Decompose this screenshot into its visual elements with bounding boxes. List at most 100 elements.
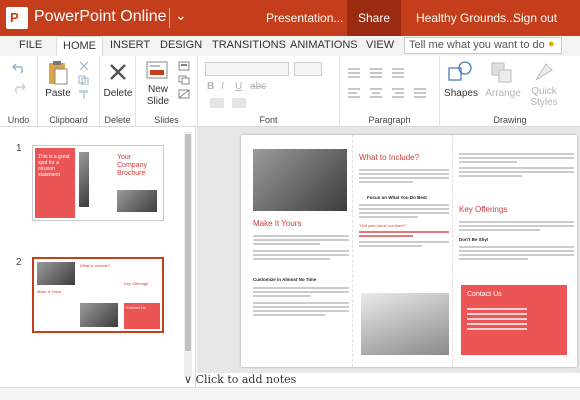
dont-be-shy-subheading: Don't Be Shy! [459,237,489,242]
duplicate-slide-icon[interactable] [178,75,190,85]
pull-quote: "Get your name out there!" [359,223,407,228]
title-bar: P PowerPoint Online ⌄ Presentation... Sh… [0,0,580,36]
col2-text-b [353,202,452,220]
drawing-group-label: Drawing [493,115,527,125]
quick-styles-line2[interactable]: Styles [526,97,562,108]
ribbon: Undo Paste Clipboard Delete Delete New S… [0,56,580,127]
layout-icon[interactable] [178,61,190,71]
font-name-select[interactable] [205,62,289,76]
thumb1-red-panel: This is a great spot for a mission state… [35,148,75,218]
font-size-select[interactable] [294,62,322,76]
col2-quote-lines [353,229,452,249]
underline-button[interactable]: U [235,81,242,92]
lobby-photo [361,293,449,355]
app-name[interactable]: PowerPoint Online [34,8,167,26]
clipboard-group-label: Clipboard [49,115,88,125]
bold-button[interactable]: B [207,81,214,92]
col1-text-b [241,285,352,318]
scrollbar-thumb[interactable] [185,134,191,351]
paste-button[interactable]: Paste [44,88,72,99]
arrange-button[interactable]: Arrange [484,88,522,99]
thumb1-lead: This is a great spot for a mission state… [38,154,70,178]
what-to-include-heading: What to Include? [359,153,420,162]
contact-us-box: Contact Us [461,285,567,355]
thumb2-heading-c: Key Offerings [124,281,149,286]
copy-icon[interactable] [78,75,90,85]
undo-icon[interactable] [12,62,26,74]
hide-slide-icon[interactable] [178,89,190,99]
shapes-button[interactable]: Shapes [442,88,480,99]
format-painter-icon[interactable] [78,89,90,99]
powerpoint-logo-icon[interactable]: P [6,7,28,29]
col3-text-b [453,219,577,233]
slides-group-label: Slides [154,115,179,125]
italic-button[interactable]: I [221,81,224,92]
share-button[interactable]: Share [347,0,401,36]
col1-text-a [241,233,352,262]
delete-icon[interactable] [108,62,128,82]
redo-icon[interactable] [12,82,26,94]
notes-toggle-icon[interactable]: ∨ [184,373,192,386]
thumbnail-scrollbar[interactable] [184,132,192,377]
tab-design[interactable]: DESIGN [160,39,202,51]
thumb1-title-1: Your [117,154,132,161]
chevron-down-icon[interactable]: ⌄ [175,7,187,24]
tab-insert[interactable]: INSERT [110,39,150,51]
clipboard-group: Paste Clipboard [38,56,100,127]
tell-me-input[interactable]: Tell me what you want to do [404,37,562,54]
slide-number: 2 [16,257,22,268]
delete-group-label: Delete [104,115,131,125]
new-slide-label-line2[interactable]: Slide [144,96,172,107]
tab-animations[interactable]: ANIMATIONS [290,39,358,51]
thumb1-title: Your Company Brochure [117,154,147,178]
quick-styles-line1[interactable]: Quick [526,86,562,97]
highlight-icon[interactable] [210,98,224,108]
new-slide-label-line1[interactable]: New [144,84,172,95]
paragraph-group-label: Paragraph [368,115,411,125]
sign-out-button[interactable]: Sign out [513,11,557,25]
strikethrough-button[interactable]: abc [250,81,266,92]
font-group: B I U abc Font [198,56,340,127]
contact-us-heading: Contact Us [467,291,502,298]
tab-transitions[interactable]: TRANSITIONS [212,39,286,51]
slide-number: 1 [16,143,22,154]
quick-styles-icon[interactable] [532,60,556,84]
undo-group-label: Undo [7,115,30,125]
ribbon-tabs: FILE HOME INSERT DESIGN TRANSITIONS ANIM… [0,36,580,56]
document-name[interactable]: Presentation... [266,11,343,25]
site-name[interactable]: Healthy Grounds... [416,11,516,25]
slide-thumbnail-1[interactable]: This is a great spot for a mission state… [32,145,164,221]
current-slide[interactable]: Make It Yours Customize in Almost No Tim… [241,135,577,367]
tab-file[interactable]: FILE [19,39,42,51]
delete-group: Delete Delete [100,56,136,127]
notes-placeholder[interactable]: Click to add notes [196,373,297,386]
font-color-icon[interactable] [232,98,246,108]
brochure-column-1: Make It Yours Customize in Almost No Tim… [241,135,353,367]
tab-home[interactable]: HOME [56,36,103,56]
shapes-icon[interactable] [448,60,474,84]
make-it-yours-heading: Make It Yours [253,219,302,228]
thumb1-title-3: Brochure [117,170,146,177]
slide-thumbnail-panel: 1 This is a great spot for a mission sta… [0,127,196,400]
cut-icon[interactable] [78,61,90,71]
paragraph-format-icons[interactable] [348,66,432,102]
lightbulb-icon: ● [548,38,555,50]
title-divider [169,8,170,28]
contact-details [467,305,527,333]
tab-view[interactable]: VIEW [366,39,394,51]
slides-group: New Slide Slides [136,56,198,127]
horizontal-scrollbar[interactable] [0,387,580,400]
paragraph-group: Paragraph [340,56,440,127]
notes-pane[interactable]: ∨ Click to add notes [184,373,580,387]
new-slide-icon[interactable] [146,61,168,81]
brochure-column-3: Key Offerings Don't Be Shy! Contact Us [453,135,577,367]
paste-icon[interactable] [47,60,69,86]
thumb2-heading-b: Make It Yours [37,289,62,294]
thumb2-heading-a: What to Include? [80,263,111,268]
slide-thumbnail-2[interactable]: Make It Yours What to Include? Key Offer… [32,257,164,333]
col2-text-a [353,167,452,185]
thumb2-contact: Contact Us [124,303,160,329]
drawing-group: Shapes Arrange Quick Styles Drawing [440,56,580,127]
delete-button[interactable]: Delete [102,88,134,99]
arrange-icon[interactable] [490,61,514,85]
